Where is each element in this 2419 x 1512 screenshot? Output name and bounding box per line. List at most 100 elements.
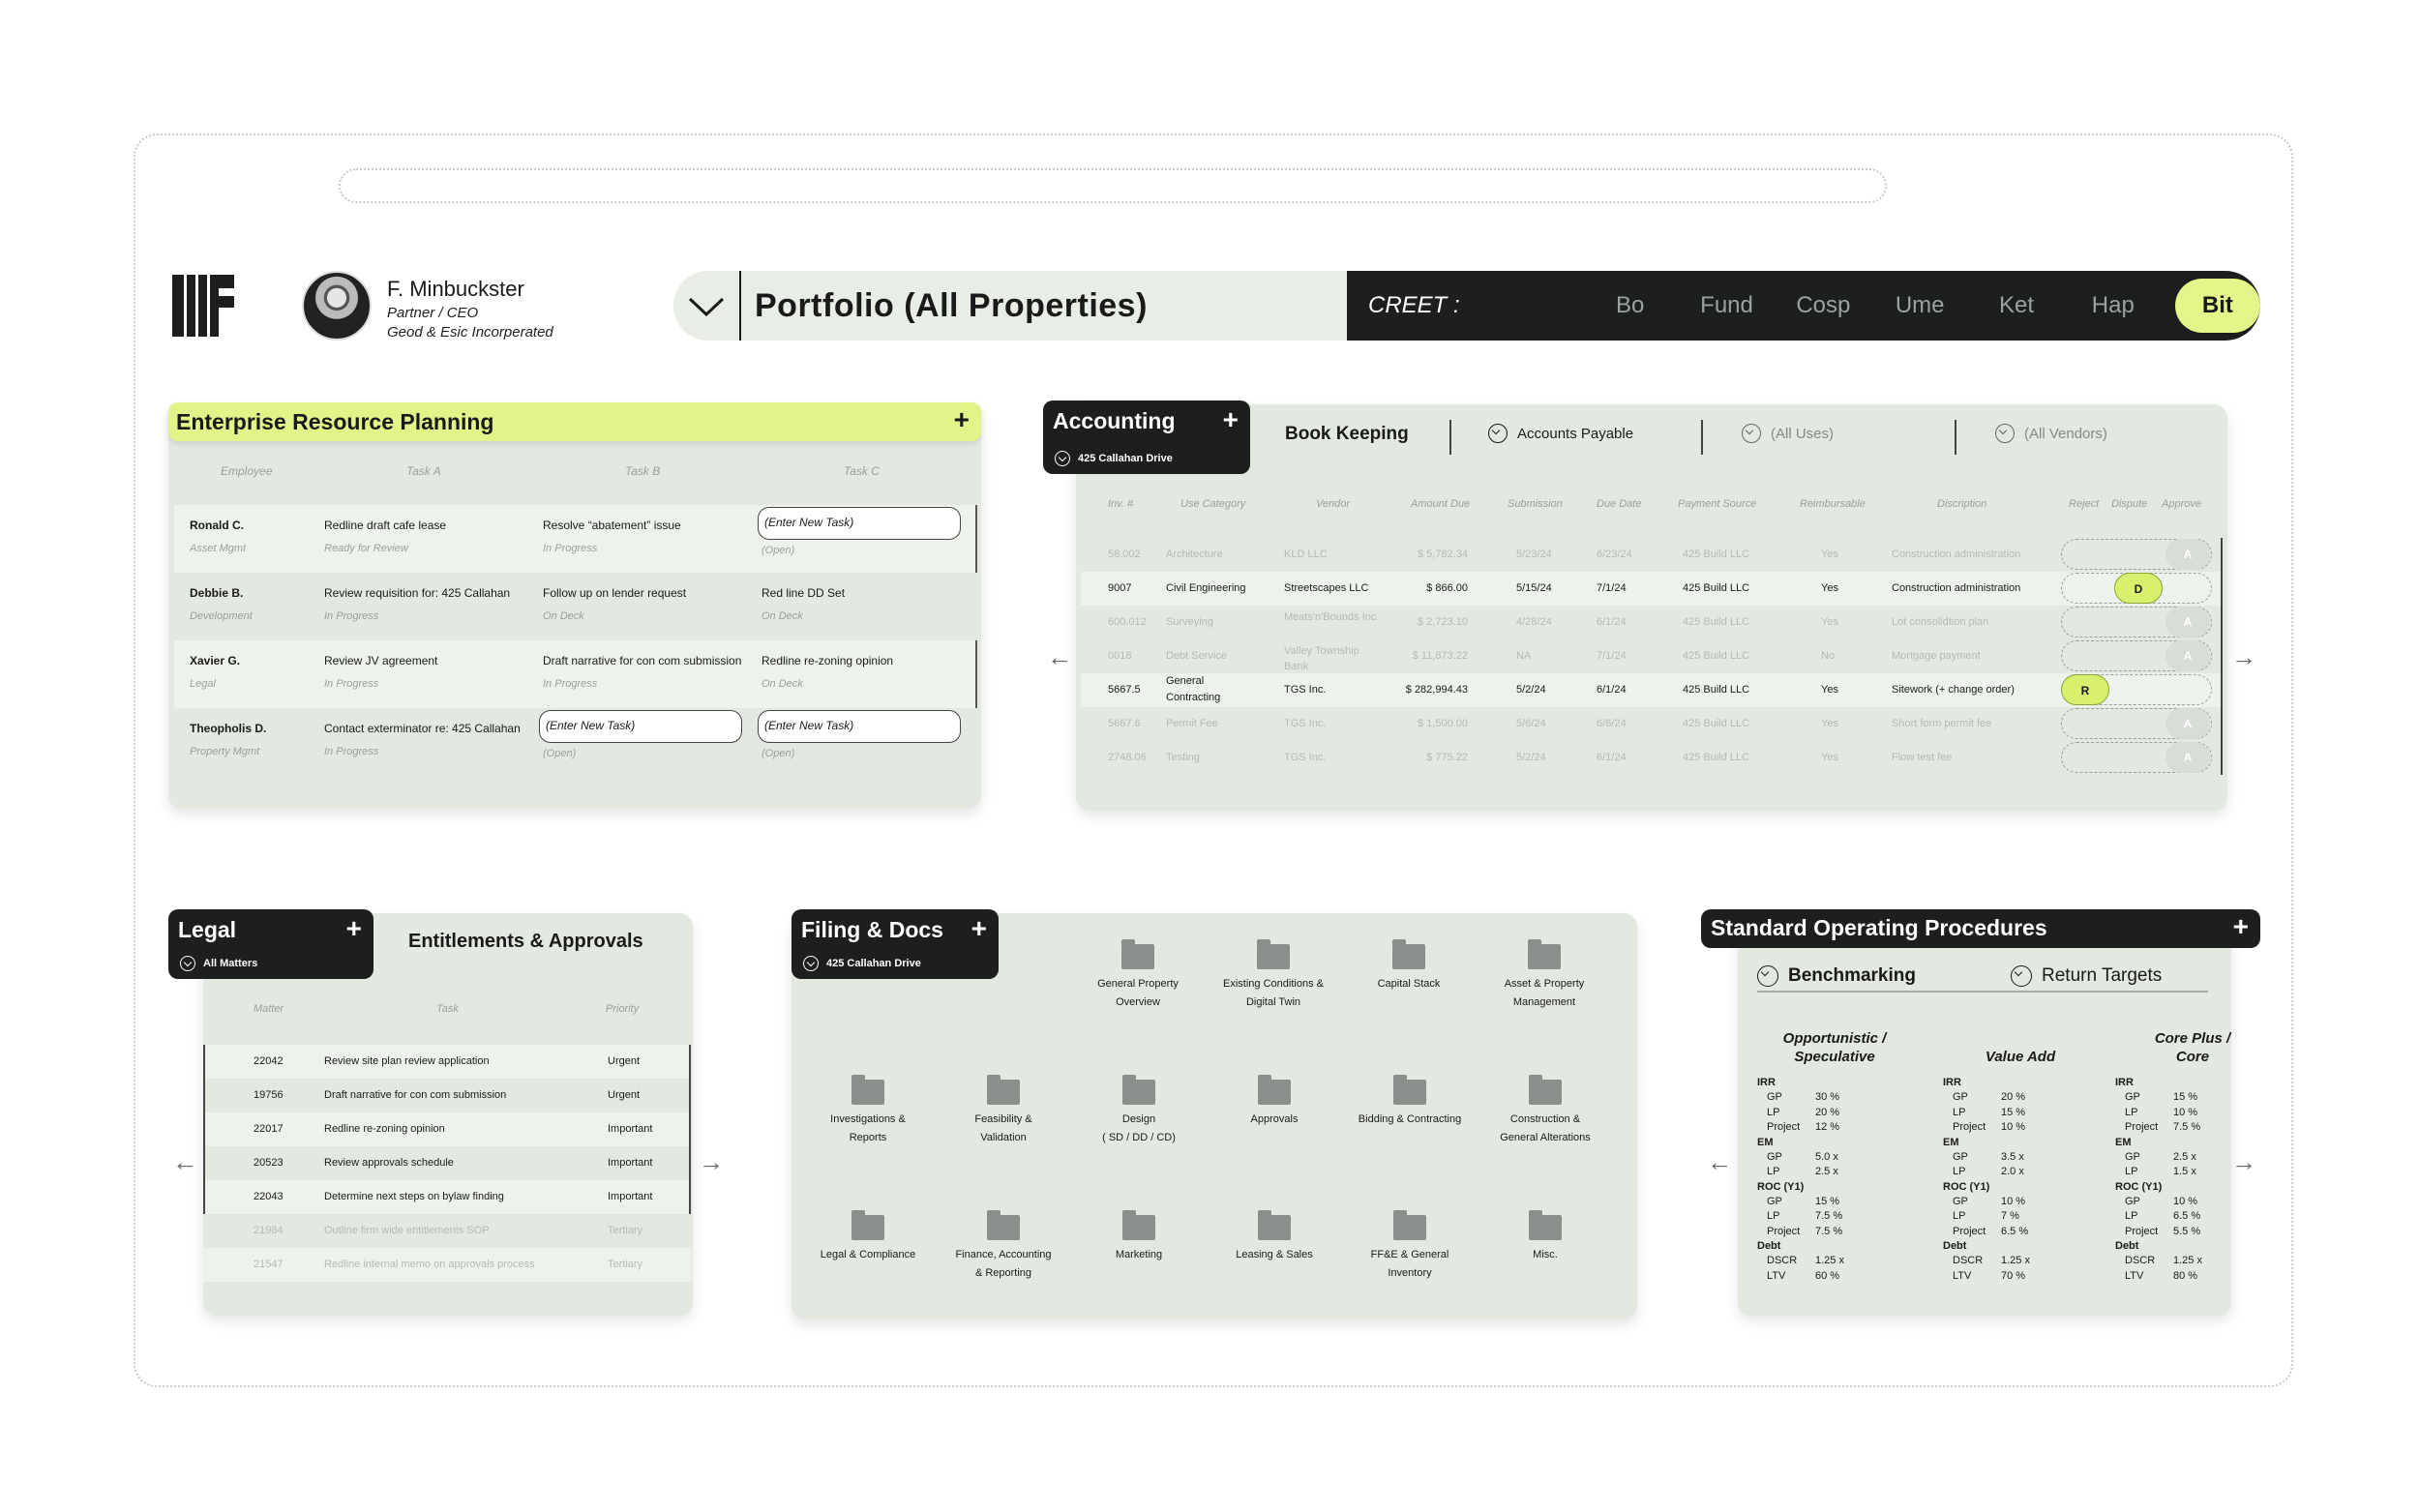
folder-item[interactable]: Bidding & Contracting (1342, 1075, 1478, 1129)
accounting-add-icon[interactable]: + (1223, 404, 1239, 435)
cell-cat: Debt Service (1166, 650, 1227, 662)
matter-row[interactable]: 19756 Draft narrative for con com submiss… (203, 1079, 691, 1112)
creet-item-fund[interactable]: Fund (1679, 292, 1776, 319)
folder-item[interactable]: Existing Conditions & Digital Twin (1206, 939, 1341, 1012)
chevron-down-icon (1742, 424, 1761, 443)
new-task-input[interactable]: (Enter New Task) (539, 710, 742, 743)
legal-tab[interactable]: Legal + All Matters (168, 909, 373, 979)
new-task-input[interactable]: (Enter New Task) (758, 710, 961, 743)
ledger-row[interactable]: 5667.6 Permit Fee TGS Inc. $ 1,500.00 5/6/24… (1081, 707, 2223, 741)
filter-uses[interactable]: (All Uses) (1742, 424, 1834, 443)
task-text[interactable]: Redline draft cafe lease (324, 519, 446, 532)
arrow-left-icon[interactable]: ← (1707, 1147, 1732, 1177)
matter-row[interactable]: 20523 Review approvals schedule Important (203, 1146, 691, 1180)
creet-item-hap[interactable]: Hap (2065, 292, 2162, 319)
folder-icon (1121, 939, 1154, 969)
folder-item[interactable]: Asset & Property Management (1477, 939, 1612, 1012)
legal-heading: Entitlements & Approvals (408, 931, 643, 952)
matter-row[interactable]: 22017 Redline re-zoning opinion Important (203, 1112, 691, 1146)
chevron-down-icon[interactable] (1055, 451, 1070, 466)
folder-label: FF&E & General (1370, 1249, 1449, 1260)
erp-row[interactable]: Xavier G. Legal Review JV agreement In Pro… (174, 640, 977, 708)
approval-state-d[interactable]: D (2114, 573, 2163, 604)
arrow-left-icon[interactable]: ← (172, 1147, 197, 1177)
matter-row[interactable]: 21547 Redline internal memo on approvals … (203, 1248, 691, 1282)
metric-label: LP (1953, 1210, 1966, 1222)
approval-state-a[interactable]: A (2165, 607, 2210, 637)
chevron-down-icon[interactable] (673, 271, 741, 341)
cell-reimb: Yes (1821, 684, 1838, 696)
arrow-right-icon[interactable]: → (699, 1147, 724, 1177)
legal-add-icon[interactable]: + (346, 913, 362, 944)
employee-name: Ronald C. (190, 519, 244, 532)
ledger-row[interactable]: 600.012 Surveying Meats'n'Bounds Inc. $ 2,7… (1081, 606, 2223, 639)
new-task-input[interactable]: (Enter New Task) (758, 507, 961, 540)
creet-item-cosp[interactable]: Cosp (1775, 292, 1871, 319)
ledger-row[interactable]: 5667.5 General Contracting TGS Inc. $ 282,9… (1081, 673, 2223, 707)
tab-benchmarking[interactable]: Benchmarking (1757, 965, 1916, 987)
approval-state-r[interactable]: R (2061, 674, 2109, 705)
erp-row[interactable]: Ronald C. Asset Mgmt Redline draft cafe l… (174, 505, 977, 573)
approval-state-a[interactable]: A (2165, 708, 2210, 739)
erp-add-icon[interactable]: + (954, 404, 970, 435)
row-edge (203, 1045, 205, 1079)
tab-accounts-payable[interactable]: Accounts Payable (1488, 424, 1633, 443)
arrow-right-icon[interactable]: → (2231, 642, 2256, 672)
folder-item[interactable]: Marketing (1071, 1210, 1207, 1264)
folder-item[interactable]: General Property Overview (1070, 939, 1206, 1012)
task-text[interactable]: Resolve “abatement” issue (543, 519, 681, 532)
task-text[interactable]: Red line DD Set (762, 586, 845, 600)
folder-item[interactable]: Finance, Accounting & Reporting (936, 1210, 1071, 1283)
top-search-placeholder[interactable] (339, 168, 1887, 203)
task-text[interactable]: Redline re-zoning opinion (762, 654, 893, 667)
sop-add-icon[interactable]: + (2233, 911, 2249, 942)
folder-item[interactable]: Misc. (1478, 1210, 1613, 1264)
arrow-left-icon[interactable]: ← (1047, 642, 1072, 672)
task-text[interactable]: Draft narrative for con com submission (543, 654, 741, 667)
ledger-row[interactable]: 9007 Civil Engineering Streetscapes LLC $ 8… (1081, 572, 2223, 606)
matter-row[interactable]: 21984 Outline firm wide entitlements SOP T… (203, 1214, 691, 1248)
filing-add-icon[interactable]: + (971, 913, 987, 944)
chevron-down-icon[interactable] (803, 956, 819, 971)
ledger-row[interactable]: 2748.06 Testing TGS Inc. $ 775.22 5/2/24 6/1/… (1081, 741, 2223, 775)
portfolio-selector[interactable]: Portfolio (All Properties) (673, 271, 1347, 341)
tab-return-targets[interactable]: Return Targets (2011, 965, 2162, 987)
ledger-row[interactable]: 58.002 Architecture KLD LLC $ 5,782.34 5/23/… (1081, 538, 2223, 572)
task-text[interactable]: Contact exterminator re: 425 Callahan (324, 722, 521, 735)
approval-state-a[interactable]: A (2165, 539, 2210, 570)
approval-state-a[interactable]: A (2165, 742, 2210, 773)
folder-item[interactable]: Approvals (1207, 1075, 1342, 1129)
folder-item[interactable]: Capital Stack (1341, 939, 1477, 993)
creet-item-bit[interactable]: Bit (2174, 279, 2261, 333)
creet-item-bo[interactable]: Bo (1582, 292, 1679, 319)
folder-item[interactable]: Legal & Compliance (800, 1210, 936, 1264)
task-text[interactable]: Review JV agreement (324, 654, 437, 667)
matter-row[interactable]: 22042 Review site plan review application… (203, 1045, 691, 1079)
cell-reimb: Yes (1821, 752, 1838, 763)
chevron-down-icon[interactable] (180, 956, 195, 971)
folder-item[interactable]: Construction & General Alterations (1478, 1075, 1613, 1147)
task-text[interactable]: Follow up on lender request (543, 586, 686, 600)
folder-item[interactable]: FF&E & General Inventory (1342, 1210, 1478, 1283)
folder-item[interactable]: Leasing & Sales (1207, 1210, 1342, 1264)
erp-row[interactable]: Theopholis D. Property Mgmt Contact exter… (174, 708, 977, 776)
filter-vendors[interactable]: (All Vendors) (1995, 424, 2107, 443)
folder-item[interactable]: Feasibility & Validation (936, 1075, 1071, 1147)
folder-item[interactable]: Design ( SD / DD / CD) (1071, 1075, 1207, 1147)
matter-row[interactable]: 22043 Determine next steps on bylaw findi… (203, 1180, 691, 1214)
erp-row[interactable]: Debbie B. Development Review requisition … (174, 573, 977, 640)
metric-label: LP (1767, 1166, 1780, 1177)
creet-item-ume[interactable]: Ume (1871, 292, 1968, 319)
ledger-row[interactable]: 0018 Debt Service Valley Township Bank $ 11… (1081, 639, 2223, 673)
creet-item-ket[interactable]: Ket (1968, 292, 2065, 319)
filing-tab[interactable]: Filing & Docs + 425 Callahan Drive (791, 909, 999, 979)
folder-icon (1529, 1075, 1562, 1105)
avatar[interactable] (302, 271, 372, 341)
folder-item[interactable]: Investigations & Reports (800, 1075, 936, 1147)
tab-book-keeping[interactable]: Book Keeping (1285, 424, 1409, 445)
task-text[interactable]: Review requisition for: 425 Callahan (324, 586, 510, 600)
approval-state-a[interactable]: A (2165, 640, 2210, 671)
accounting-tab[interactable]: Accounting + 425 Callahan Drive (1043, 400, 1250, 474)
row-edge (2221, 572, 2223, 606)
arrow-right-icon[interactable]: → (2231, 1147, 2256, 1177)
